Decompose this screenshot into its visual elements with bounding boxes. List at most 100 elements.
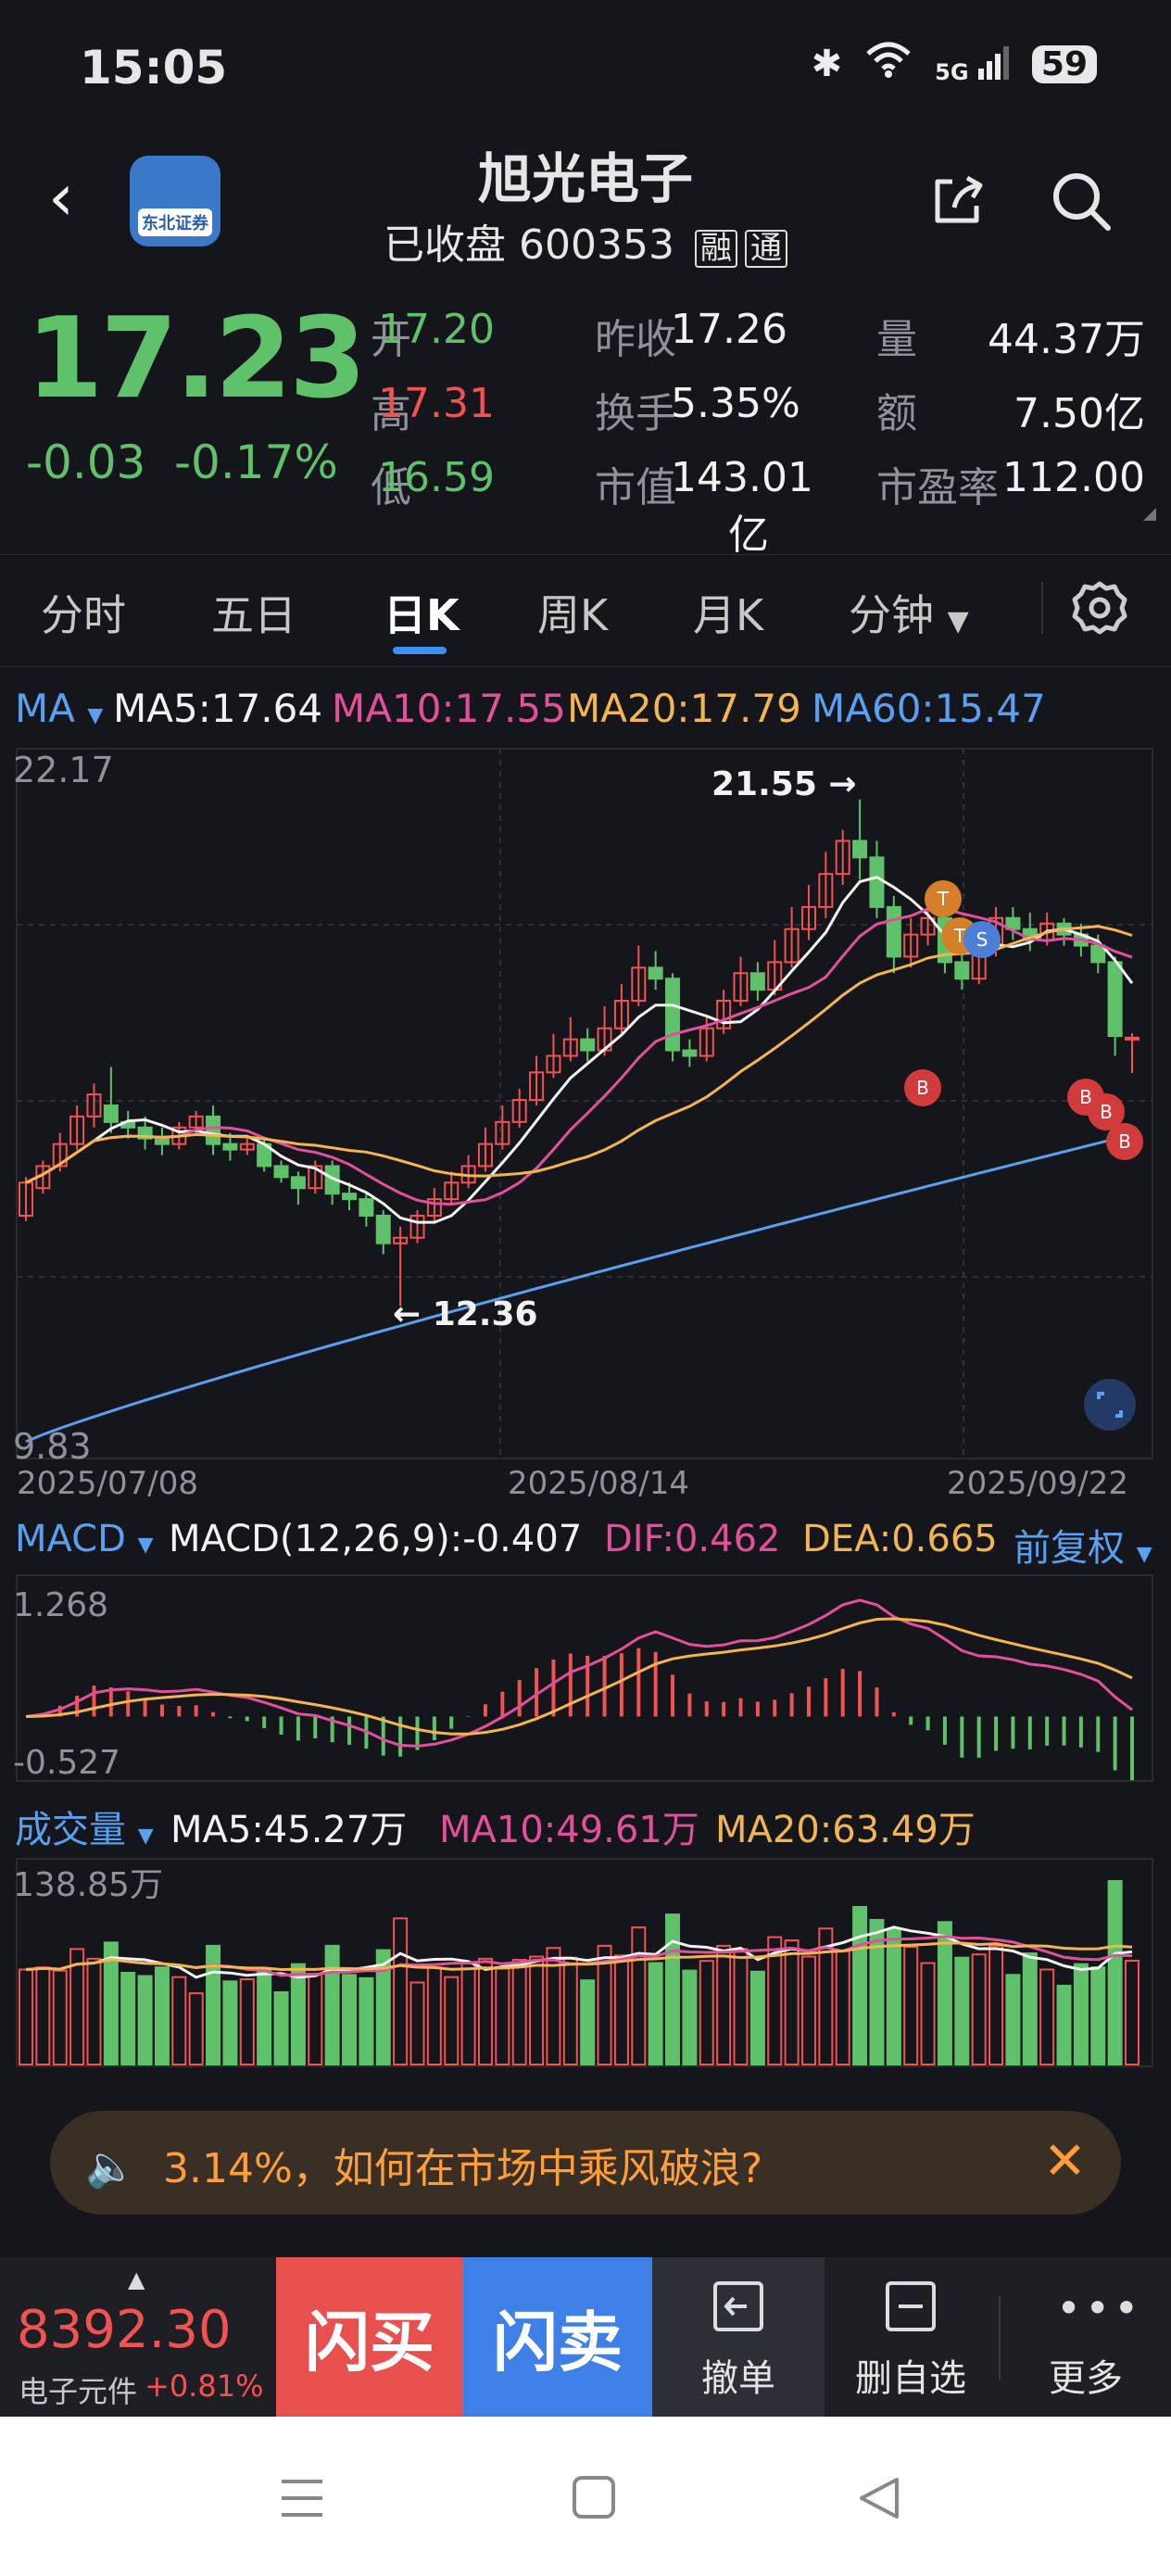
quote-v3-2: 112.00 <box>1002 454 1145 501</box>
volume-bar <box>324 1944 340 2065</box>
volume-bar <box>1022 1952 1038 2066</box>
volume-bar <box>154 1966 170 2066</box>
candle-body <box>154 1137 170 1145</box>
stock-subtitle: 已收盘 600353 融通 <box>0 211 1171 271</box>
sector-index-value[interactable]: 8392.30 <box>17 2300 232 2360</box>
dif-value: DIF:0.462 <box>604 1518 781 1560</box>
tab-weekly-k[interactable]: 周K <box>537 582 608 643</box>
quote-v1-2: 16.59 <box>378 454 495 501</box>
volume-bar <box>682 1969 698 2066</box>
candle-body <box>359 1198 374 1217</box>
macd-axis-top: 1.268 <box>13 1586 108 1624</box>
volume-bar <box>1107 1880 1123 2065</box>
trade-marker-label: B <box>1118 1130 1131 1153</box>
volume-bar <box>206 1944 221 2065</box>
quick-sell-button[interactable]: 闪卖 <box>463 2257 652 2417</box>
quote-l2-1: 换手 <box>595 390 676 437</box>
tab-minute[interactable]: 分钟 ▼ <box>849 582 969 643</box>
volume-axis-top: 138.85万 <box>13 1866 163 1904</box>
ma60-value: MA60:15.47 <box>812 686 1046 731</box>
expand-arrow-icon[interactable]: ▲ <box>128 2267 145 2292</box>
close-icon[interactable]: ✕ <box>1043 2131 1087 2191</box>
price-change-percent: -0.17% <box>174 436 338 489</box>
chevron-down-icon: ▼ <box>87 704 104 727</box>
dif-line <box>25 1598 1133 1748</box>
volume-bar <box>511 1959 527 2065</box>
tab-intraday[interactable]: 分时 <box>41 582 126 643</box>
more-label: 更多 <box>1049 2357 1123 2400</box>
chevron-down-icon: ▼ <box>137 1825 154 1848</box>
cancel-order-label: 撤单 <box>701 2357 775 2400</box>
share-icon[interactable] <box>930 172 986 228</box>
volume-bar <box>1056 1984 1072 2066</box>
chevron-down-icon: ▼ <box>1136 1543 1152 1566</box>
dea-value: DEA:0.665 <box>802 1518 998 1560</box>
peak-label: 21.55 → <box>711 765 857 803</box>
tab-daily-k[interactable]: 日K <box>384 582 460 643</box>
volume-bar <box>477 1957 493 2066</box>
back-nav-icon[interactable] <box>856 2474 902 2522</box>
volume-bar <box>239 1977 255 2066</box>
volume-bar <box>665 1913 681 2066</box>
price-frame <box>16 748 1153 1459</box>
candle-body <box>1107 961 1123 1038</box>
volume-bar <box>648 1962 663 2065</box>
volume-bar <box>800 1955 816 2065</box>
menu-icon[interactable] <box>278 2476 326 2520</box>
macd-axis-bottom: -0.527 <box>13 1744 120 1782</box>
volume-bar <box>1090 1966 1106 2066</box>
quote-l2-0: 昨收 <box>595 316 676 363</box>
volume-bar <box>749 1970 765 2065</box>
candle-body <box>869 856 885 908</box>
dea-line <box>25 1617 1133 1736</box>
macd-value: MACD(12,26,9):-0.407 <box>169 1518 583 1560</box>
volume-selector[interactable]: 成交量 ▼ <box>15 1799 154 1853</box>
expand-corner-icon[interactable] <box>1143 508 1156 521</box>
quote-l3-0: 量 <box>876 316 917 363</box>
banner-text[interactable]: 3.14%，如何在市场中乘风破浪? <box>163 2135 762 2194</box>
home-icon[interactable] <box>571 2474 617 2520</box>
fullscreen-icon[interactable] <box>1084 1379 1136 1431</box>
candle-body <box>375 1214 391 1244</box>
volume-bar <box>359 1976 374 2065</box>
trade-marker-label: B <box>916 1077 929 1099</box>
adjust-selector[interactable]: 前复权 ▼ <box>1014 1518 1152 1572</box>
volume-bar <box>852 1905 868 2065</box>
search-icon[interactable] <box>1051 170 1112 232</box>
ma-selector[interactable]: MA ▼ <box>15 686 103 731</box>
ma20-value: MA20:17.79 <box>567 686 801 731</box>
candle-body <box>1125 1036 1140 1041</box>
volume-bar <box>308 1973 323 2066</box>
volume-bar <box>631 1926 647 2065</box>
date-label-mid: 2025/08/14 <box>508 1465 689 1502</box>
remove-favorite-button[interactable]: 删自选 <box>825 2257 997 2417</box>
volume-ma5: MA5:45.27万 <box>170 1809 408 1851</box>
volume-bar <box>1125 1959 1140 2066</box>
battery-icon: 59 <box>1031 44 1097 83</box>
wifi-icon <box>864 41 913 87</box>
price-axis-low: 9.83 <box>13 1426 92 1467</box>
quote-v2-0: 17.26 <box>671 306 787 353</box>
more-button[interactable]: ••• 更多 <box>1001 2257 1171 2417</box>
tab-monthly-k[interactable]: 月K <box>693 582 763 643</box>
volume-bar <box>920 1962 936 2065</box>
volume-bar <box>460 1961 476 2066</box>
stock-name: 旭光电子 <box>477 147 693 210</box>
bluetooth-icon: ✱ <box>811 43 843 85</box>
volume-bar <box>562 1956 578 2065</box>
status-time: 15:05 <box>80 41 228 95</box>
kline-chart[interactable]: TT SB BBB 22.17 9.83 21.55 → ← 12.36 2025/… <box>0 741 1171 2076</box>
ma5-value: MA5:17.64 <box>113 686 323 731</box>
quick-buy-button[interactable]: 闪买 <box>276 2257 463 2417</box>
tab-five-day[interactable]: 五日 <box>211 582 296 643</box>
gear-icon[interactable] <box>1071 579 1128 637</box>
candle-body <box>665 978 681 1052</box>
indicator-selector[interactable]: MACD ▼ <box>15 1518 154 1560</box>
volume-bar <box>733 1948 749 2065</box>
cancel-order-button[interactable]: 撤单 <box>652 2257 825 2417</box>
signal-icon: 5G <box>935 43 1010 85</box>
quote-l2-2: 市值 <box>595 464 676 511</box>
candle-body <box>886 905 901 958</box>
volume-bar <box>137 1975 153 2066</box>
trough-label: ← 12.36 <box>393 1295 538 1333</box>
